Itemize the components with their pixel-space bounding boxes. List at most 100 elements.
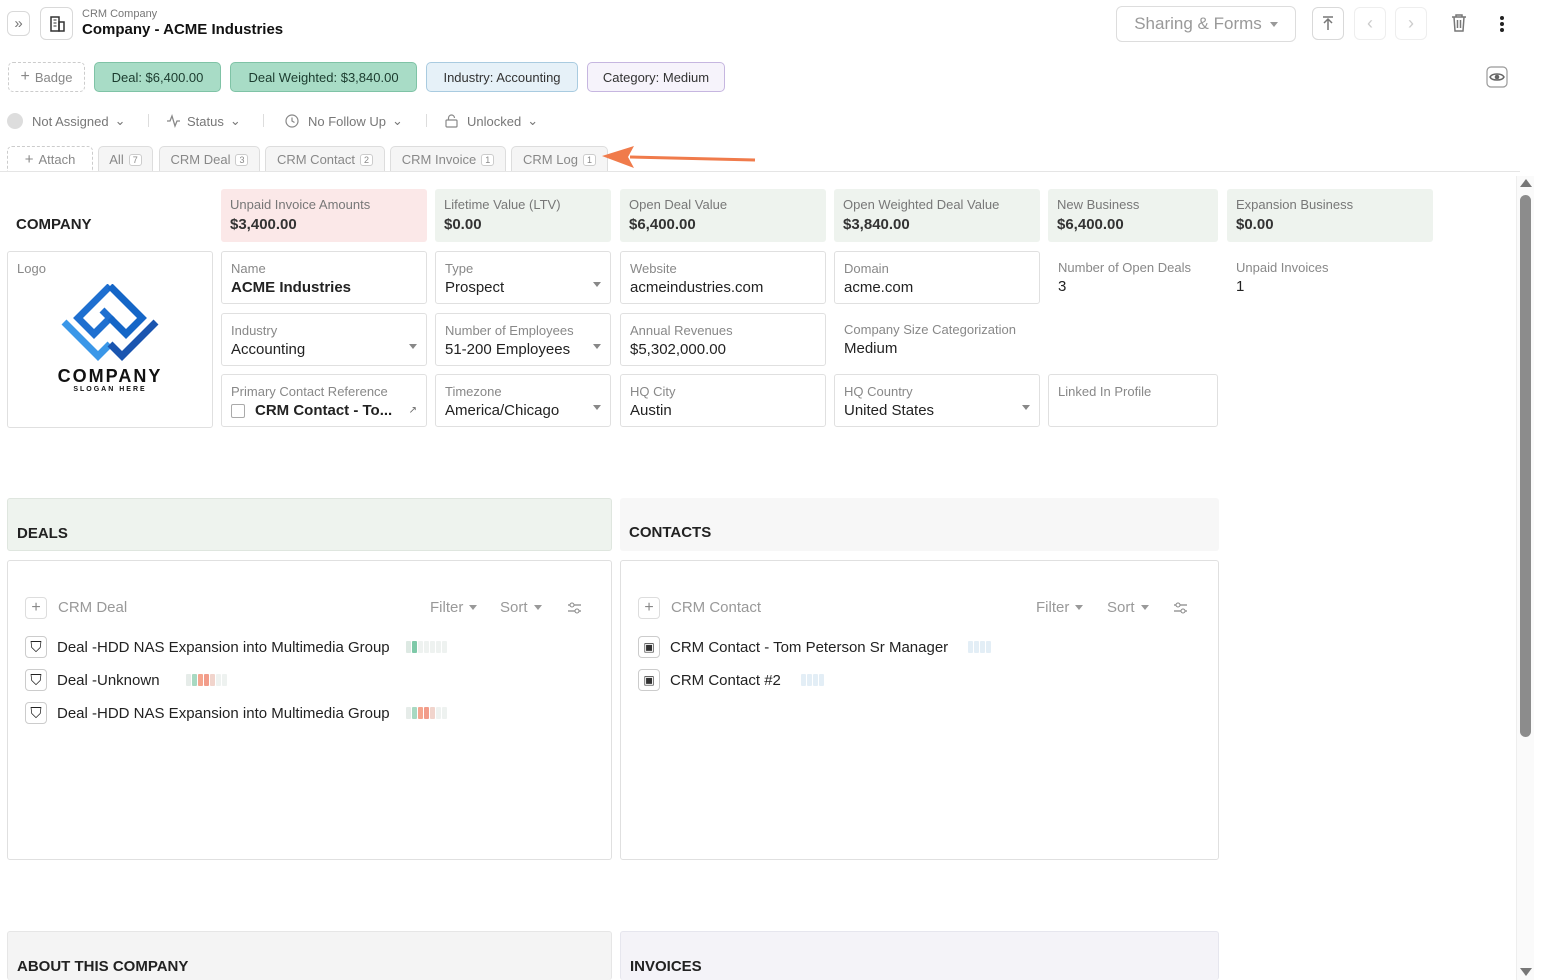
trash-icon (1452, 14, 1466, 32)
field-value: $5,302,000.00 (630, 341, 726, 358)
tab-label: CRM Contact (276, 152, 355, 167)
list-item[interactable]: ⛉ Deal -HDD NAS Expansion into Multimedia… (25, 702, 447, 724)
user-icon (7, 113, 23, 129)
sharing-forms-button[interactable]: Sharing & Forms (1116, 6, 1296, 42)
deal-filter-button[interactable]: Filter (430, 599, 478, 616)
sharing-forms-label: Sharing & Forms (1134, 14, 1262, 33)
tab-crm-invoice[interactable]: CRM Invoice 1 (390, 146, 506, 172)
stat-value: $3,840.00 (843, 216, 910, 233)
open-link-icon[interactable]: ↗ (409, 405, 417, 416)
field-label: Website (630, 261, 677, 276)
scroll-up-arrow[interactable] (1520, 179, 1532, 187)
follow-up-dropdown[interactable]: No Follow Up ⌄ (285, 111, 403, 131)
scroll-down-arrow[interactable] (1520, 968, 1532, 976)
stat-label: Open Deal Value (629, 197, 728, 212)
add-contact-button[interactable]: + (638, 597, 660, 619)
add-deal-button[interactable]: + (25, 597, 47, 619)
contact-sort-button[interactable]: Sort (1107, 599, 1149, 616)
handshake-icon: ⛉ (25, 702, 47, 724)
field-value: Accounting (231, 341, 306, 358)
logo-field[interactable]: Logo COMPANY SLOGAN HERE (7, 251, 213, 428)
tab-crm-log[interactable]: CRM Log 1 (511, 146, 608, 172)
tab-all[interactable]: All 7 (98, 146, 153, 172)
hq-country-select[interactable]: HQ Country United States (834, 374, 1040, 427)
caret-down-icon (593, 344, 601, 349)
caret-down-icon (1075, 605, 1084, 610)
stat-new-business: New Business $6,400.00 (1048, 189, 1218, 242)
deal-title: Deal -HDD NAS Expansion into Multimedia … (57, 638, 390, 656)
deal-sort-button[interactable]: Sort (500, 599, 542, 616)
add-badge-button[interactable]: + Badge (8, 62, 85, 92)
field-value: CRM Contact - To... (255, 402, 393, 419)
expand-sidebar-button[interactable]: » (7, 11, 30, 36)
field-label: Number of Employees (445, 323, 574, 338)
field-value: ACME Industries (231, 279, 352, 296)
next-record-button[interactable]: › (1395, 7, 1427, 40)
field-label: Type (445, 261, 474, 276)
navigate-up-button[interactable] (1312, 7, 1344, 40)
industry-select[interactable]: Industry Accounting (221, 313, 427, 366)
lock-dropdown[interactable]: Unlocked ⌄ (445, 111, 538, 131)
annual-revenues-field[interactable]: Annual Revenues $5,302,000.00 (620, 313, 826, 366)
field-label: Domain (844, 261, 889, 276)
contact-search-input[interactable]: CRM Contact (671, 599, 761, 616)
filter-label: Filter (430, 599, 464, 616)
field-label: Linked In Profile (1058, 384, 1152, 399)
mini-status-bar (968, 641, 992, 653)
invoices-section-heading: INVOICES (620, 931, 1219, 980)
sliders-icon[interactable] (567, 601, 582, 615)
hq-city-field[interactable]: HQ City Austin (620, 374, 826, 427)
tab-count: 7 (128, 153, 142, 166)
deal-search-input[interactable]: CRM Deal (58, 599, 127, 616)
employees-select[interactable]: Number of Employees 51-200 Employees (435, 313, 611, 366)
badge-industry[interactable]: Industry: Accounting (426, 62, 578, 92)
more-options-button[interactable] (1497, 14, 1507, 34)
contact-filter-button[interactable]: Filter (1036, 599, 1084, 616)
sliders-icon[interactable] (1173, 601, 1188, 615)
website-field[interactable]: Website acmeindustries.com (620, 251, 826, 304)
badge-deal-weighted[interactable]: Deal Weighted: $3,840.00 (230, 62, 417, 92)
primary-contact-field[interactable]: Primary Contact Reference CRM Contact - … (221, 374, 427, 427)
caret-down-icon (1022, 405, 1030, 410)
badge-deal[interactable]: Deal: $6,400.00 (94, 62, 221, 92)
delete-button[interactable] (1450, 13, 1468, 38)
divider (426, 114, 427, 127)
linkedin-field[interactable]: Linked In Profile (1048, 374, 1218, 427)
stat-expansion-business: Expansion Business $0.00 (1227, 189, 1433, 242)
assignee-dropdown[interactable]: Not Assigned ⌄ (7, 111, 126, 131)
name-field[interactable]: Name ACME Industries (221, 251, 427, 304)
tab-crm-deal[interactable]: CRM Deal 3 (159, 146, 260, 172)
list-item[interactable]: ▣ CRM Contact - Tom Peterson Sr Manager (638, 636, 992, 658)
tab-crm-contact[interactable]: CRM Contact 2 (265, 146, 385, 172)
divider (148, 114, 149, 127)
field-value: acme.com (844, 279, 914, 296)
chevron-down-icon: ⌄ (527, 113, 539, 128)
badge-category[interactable]: Category: Medium (587, 62, 725, 92)
type-select[interactable]: Type Prospect (435, 251, 611, 304)
contacts-section-heading: CONTACTS (620, 498, 1219, 551)
scrollbar-thumb[interactable] (1520, 195, 1531, 737)
list-item[interactable]: ⛉ Deal -HDD NAS Expansion into Multimedia… (25, 636, 447, 658)
attach-tab[interactable]: + Attach (7, 146, 93, 172)
previous-record-button[interactable]: ‹ (1354, 7, 1386, 40)
status-label: Status (187, 113, 224, 129)
stat-label: Open Weighted Deal Value (843, 197, 1000, 212)
activity-icon (167, 114, 180, 128)
caret-down-icon (469, 605, 478, 610)
open-deals-count: Number of Open Deals 3 (1048, 250, 1218, 303)
list-item[interactable]: ⛉ Deal -Unknown (25, 669, 227, 691)
tab-count: 1 (582, 153, 596, 166)
logo-slogan-text: SLOGAN HERE (73, 386, 147, 393)
timezone-select[interactable]: Timezone America/Chicago (435, 374, 611, 427)
domain-field[interactable]: Domain acme.com (834, 251, 1040, 304)
field-value: acmeindustries.com (630, 279, 764, 296)
visibility-toggle[interactable] (1486, 66, 1508, 93)
status-dropdown[interactable]: Status ⌄ (166, 111, 241, 131)
deals-section-heading: DEALS (7, 498, 612, 551)
attach-label: Attach (38, 152, 76, 167)
plus-icon: + (20, 68, 30, 85)
caret-down-icon (593, 282, 601, 287)
list-item[interactable]: ▣ CRM Contact #2 (638, 669, 824, 691)
stat-label: New Business (1057, 197, 1140, 212)
tab-count: 1 (481, 153, 495, 166)
